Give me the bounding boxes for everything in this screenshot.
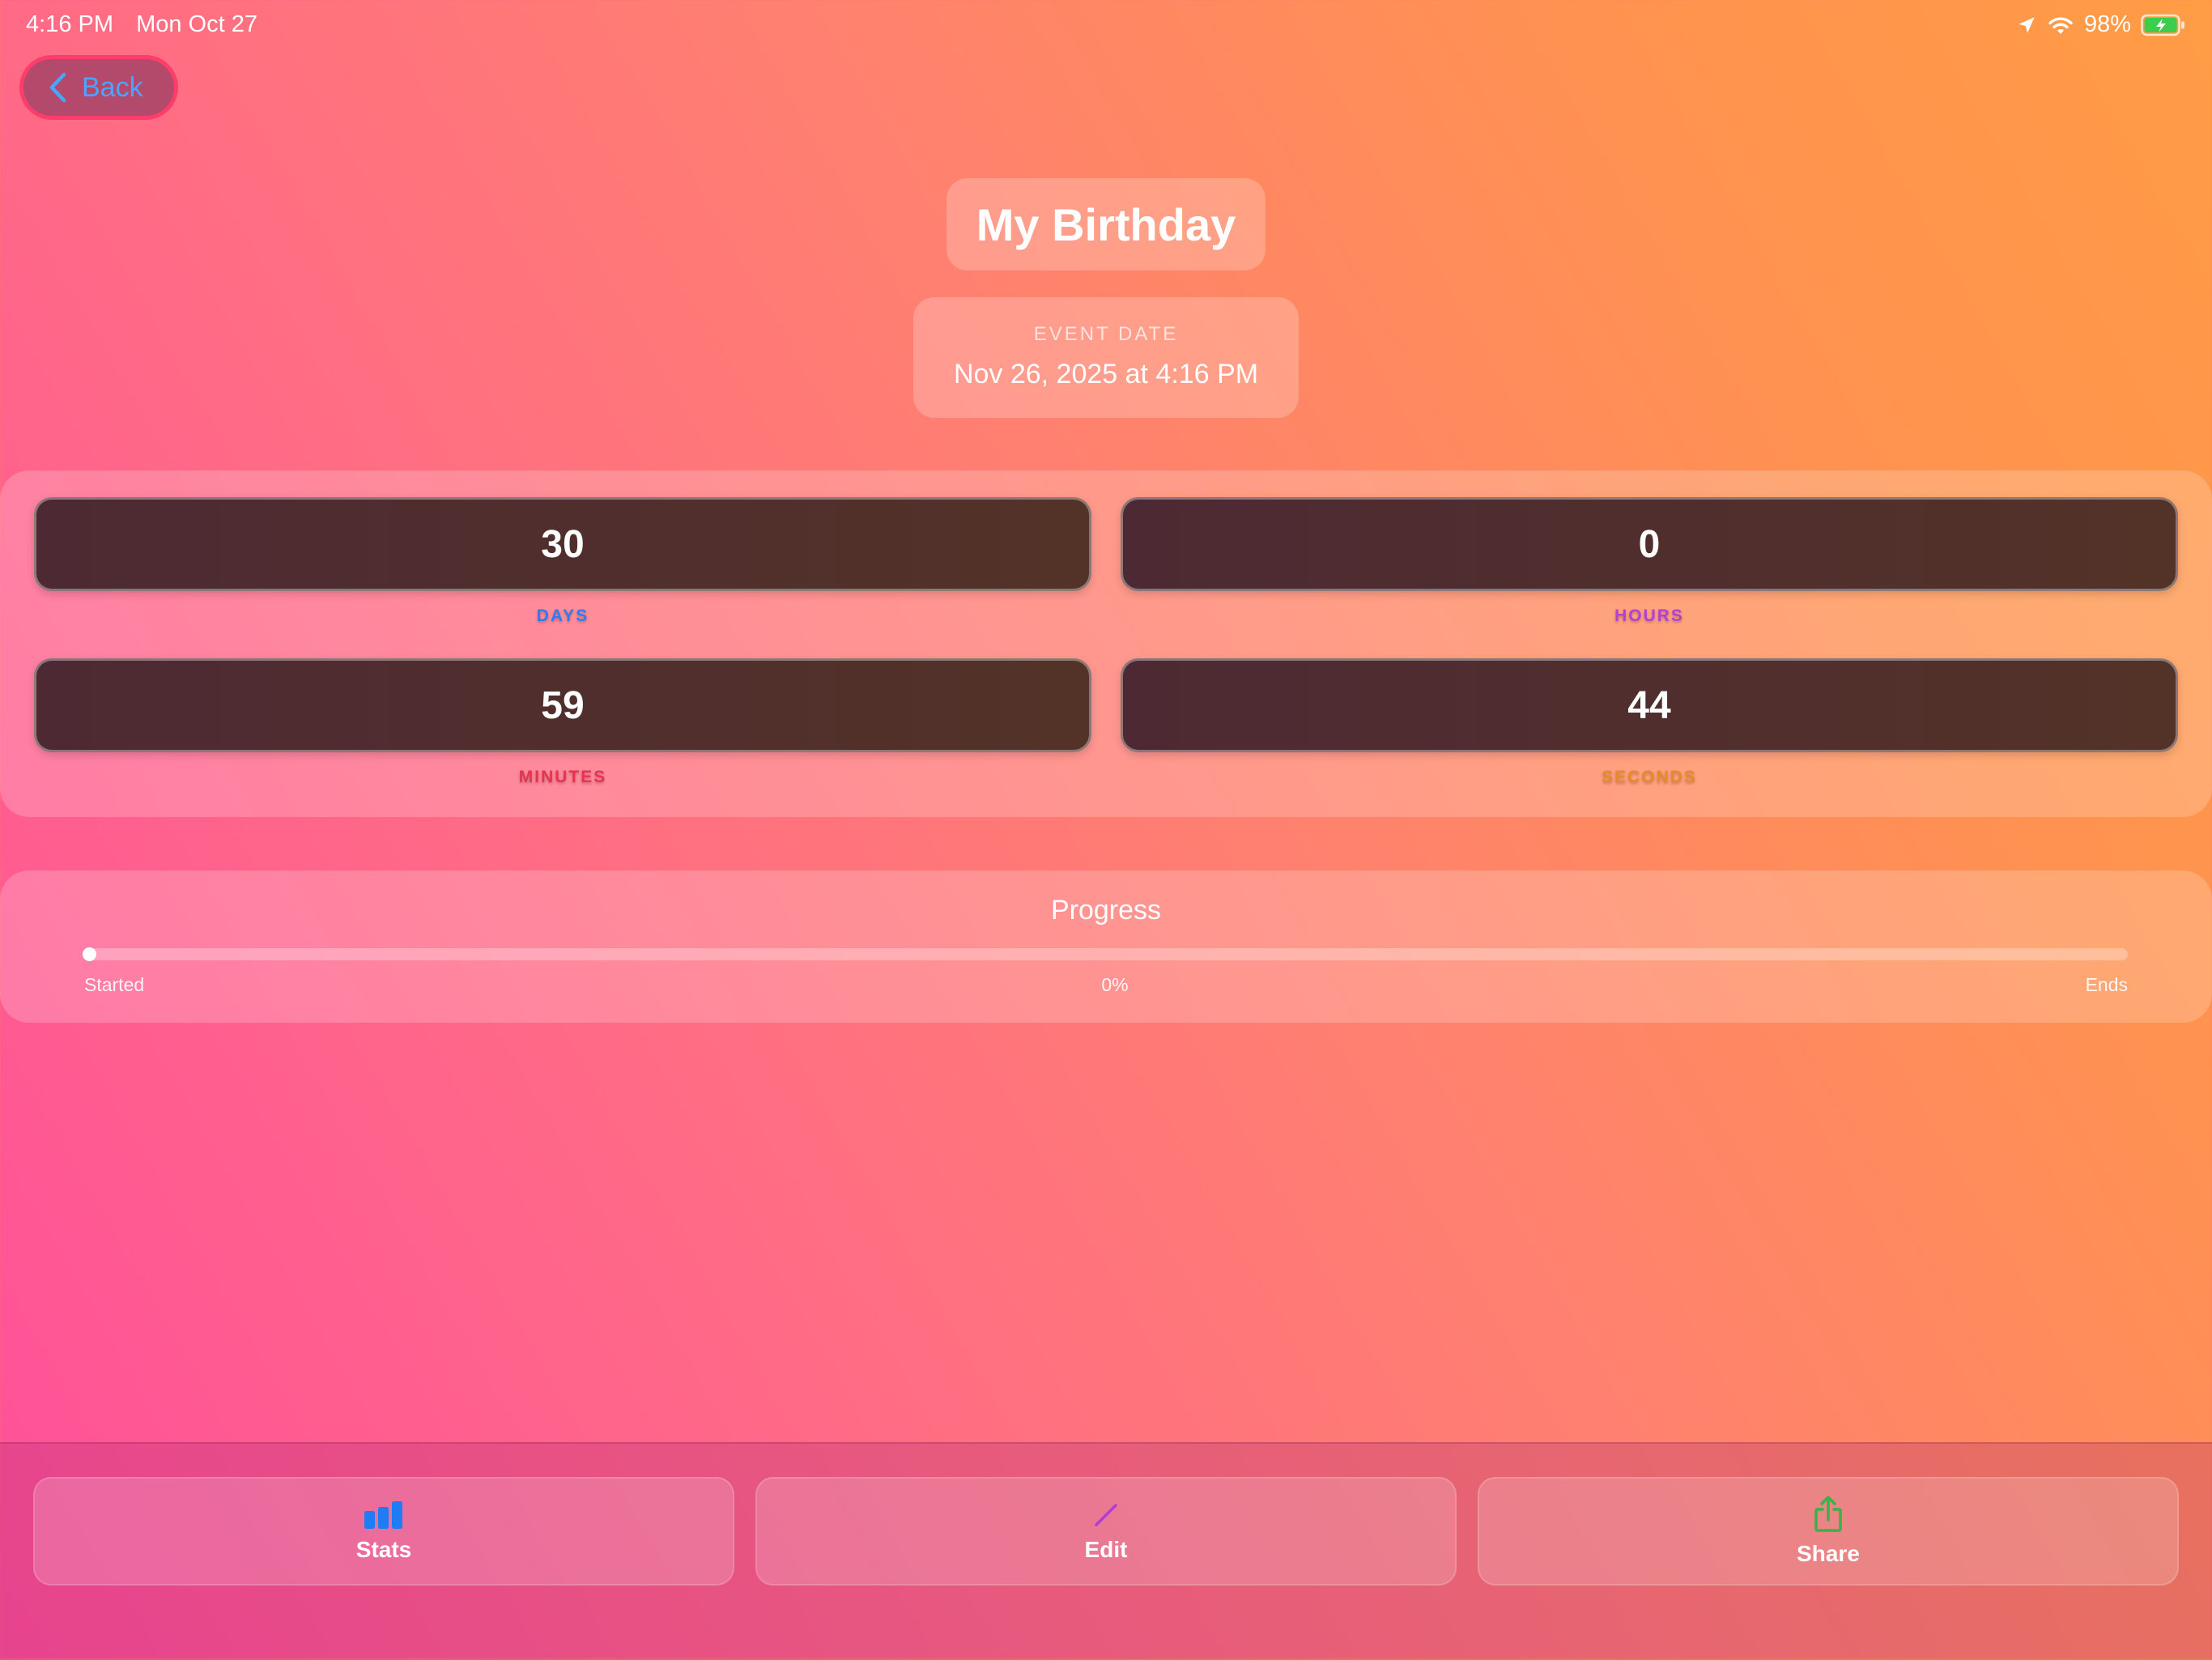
progress-percent-label: 0% xyxy=(1101,974,1129,995)
countdown-hours: 0 HOURS xyxy=(1121,497,2178,626)
back-button[interactable]: Back xyxy=(19,55,178,120)
countdown-minutes-value: 59 xyxy=(541,683,585,727)
share-button[interactable]: Share xyxy=(1478,1477,2179,1586)
status-time: 4:16 PM xyxy=(26,11,113,37)
status-right: 98% xyxy=(2016,11,2186,38)
battery-charging-icon xyxy=(2141,14,2184,36)
progress-panel: Progress Started 0% Ends xyxy=(0,870,2212,1023)
stats-button-label: Stats xyxy=(355,1537,412,1562)
share-button-label: Share xyxy=(1797,1541,1860,1566)
progress-end-label: Ends xyxy=(2085,974,2128,995)
countdown-minutes: 59 MINUTES xyxy=(34,658,1091,787)
countdown-seconds-value: 44 xyxy=(1627,683,1671,727)
countdown-days-box: 30 xyxy=(34,497,1091,591)
countdown-seconds-label: SECONDS xyxy=(1602,768,1697,786)
countdown-hours-label: HOURS xyxy=(1614,607,1684,625)
progress-start-label: Started xyxy=(84,974,145,995)
event-title-card: My Birthday xyxy=(946,178,1266,270)
progress-title: Progress xyxy=(1050,895,1162,926)
countdown-seconds: 44 SECONDS xyxy=(1121,658,2178,787)
share-icon xyxy=(1814,1496,1842,1532)
countdown-days: 30 DAYS xyxy=(34,497,1091,626)
countdown-minutes-box: 59 xyxy=(34,658,1091,752)
edit-button-label: Edit xyxy=(1084,1537,1128,1562)
event-title: My Birthday xyxy=(976,198,1236,250)
wifi-icon xyxy=(2048,17,2073,34)
edit-button[interactable]: Edit xyxy=(755,1477,1457,1586)
status-bar: 4:16 PM Mon Oct 27 98% xyxy=(0,0,2212,49)
bottom-toolbar: Stats Edit Share xyxy=(0,1442,2212,1660)
countdown-panel: 30 DAYS 0 HOURS 59 MINUTES 44 SECONDS xyxy=(0,470,2212,817)
status-left: 4:16 PM Mon Oct 27 xyxy=(26,11,257,38)
status-date: Mon Oct 27 xyxy=(136,11,257,37)
countdown-minutes-label: MINUTES xyxy=(518,768,607,786)
pencil-icon xyxy=(1095,1504,1117,1526)
countdown-hours-value: 0 xyxy=(1638,522,1661,566)
location-arrow-icon xyxy=(2018,16,2035,33)
progress-knob xyxy=(83,947,96,961)
countdown-hours-box: 0 xyxy=(1121,497,2178,591)
stats-button[interactable]: Stats xyxy=(33,1477,734,1586)
event-date-card: EVENT DATE Nov 26, 2025 at 4:16 PM xyxy=(913,297,1299,418)
bar-chart-icon xyxy=(364,1501,402,1529)
countdown-seconds-box: 44 xyxy=(1121,658,2178,752)
event-date-caption: EVENT DATE xyxy=(1033,323,1179,345)
back-button-label: Back xyxy=(82,71,143,103)
chevron-left-icon xyxy=(49,72,66,103)
battery-percent: 98% xyxy=(2083,11,2131,37)
progress-track xyxy=(83,947,2128,961)
event-date-value: Nov 26, 2025 at 4:16 PM xyxy=(953,359,1259,389)
countdown-days-label: DAYS xyxy=(536,607,589,625)
countdown-days-value: 30 xyxy=(541,522,585,566)
